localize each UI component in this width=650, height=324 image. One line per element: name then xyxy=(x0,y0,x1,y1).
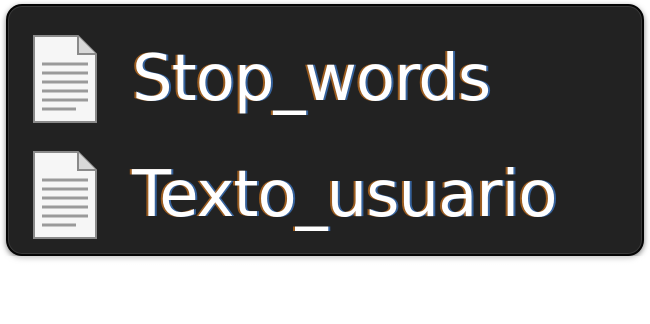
file-item-stop-words[interactable]: Stop_words xyxy=(30,34,491,124)
file-name-label: Stop_words xyxy=(132,42,491,116)
text-document-icon xyxy=(33,151,97,239)
file-list-panel: Stop_words Texto_usuario xyxy=(6,4,644,256)
file-item-texto-usuario[interactable]: Texto_usuario xyxy=(30,150,558,240)
reflection-fade xyxy=(6,256,644,324)
text-document-icon xyxy=(33,35,97,123)
panel-reflection xyxy=(6,256,644,324)
file-name-label: Texto_usuario xyxy=(132,158,558,232)
